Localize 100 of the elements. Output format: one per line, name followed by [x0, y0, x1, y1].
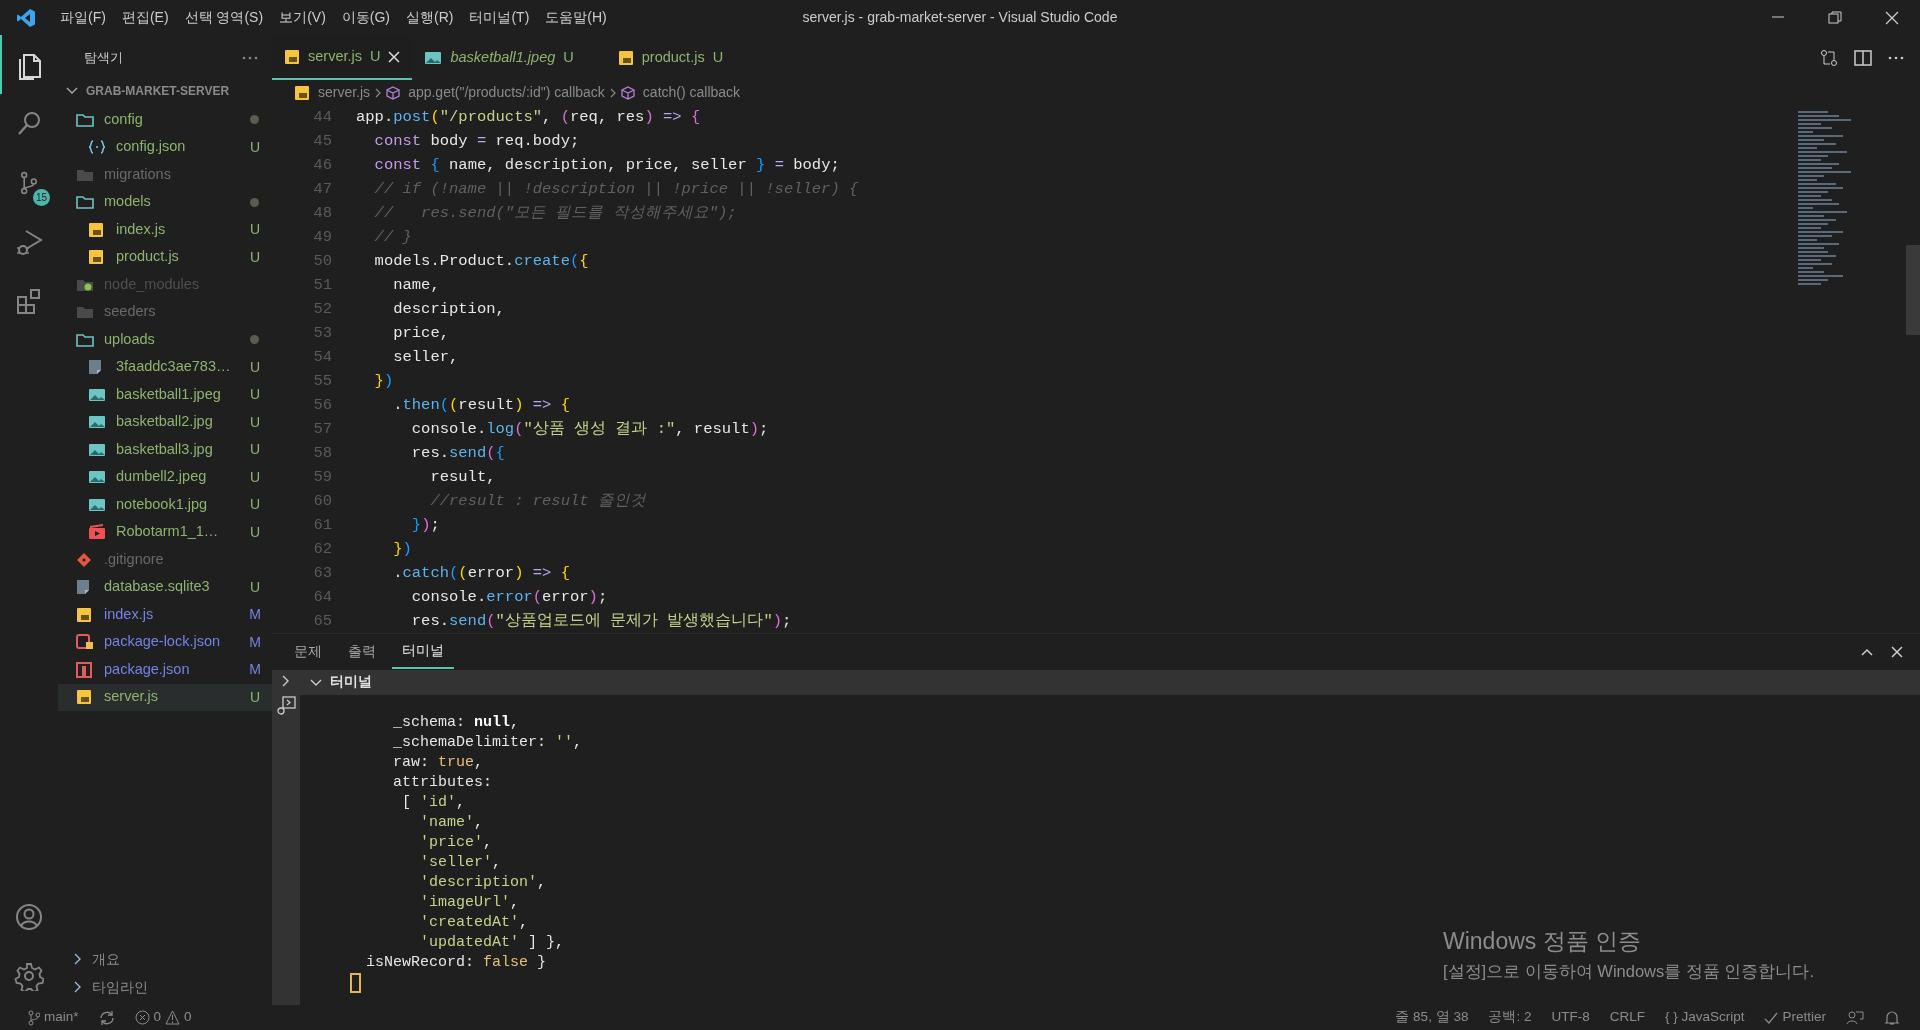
- js-file-icon: [76, 689, 92, 706]
- tree-item[interactable]: notebook1.jpg U: [58, 491, 272, 519]
- code-line: app.post("/products", (req, res) => {: [355, 107, 702, 128]
- tab-label: product.js: [641, 47, 705, 67]
- status-item[interactable]: CRLF: [1599, 1007, 1655, 1028]
- code-line: res.send({: [410, 443, 506, 464]
- terminal-line: _schema: null,: [392, 713, 520, 733]
- code-line: models.Product.create({: [373, 251, 590, 272]
- more-icon[interactable]: [242, 55, 258, 60]
- code-line: res.send("상품업로드에 문제가 발생했습니다");: [410, 611, 793, 632]
- debug-console-icon[interactable]: [276, 696, 296, 716]
- line-number: 56: [312, 395, 332, 416]
- more-icon[interactable]: [1888, 55, 1904, 60]
- code-line: // }: [373, 227, 413, 248]
- menu-item[interactable]: 도움말(H): [537, 7, 615, 28]
- image-icon: [88, 470, 106, 485]
- split-editor-icon[interactable]: [1854, 48, 1872, 67]
- breadcrumb-item[interactable]: catch() callback: [642, 82, 741, 103]
- git-status: U: [248, 495, 262, 515]
- tree-item[interactable]: basketball2.jpg U: [58, 408, 272, 436]
- tree-item[interactable]: Robotarm1_1… U: [58, 518, 272, 546]
- menu-item[interactable]: 이동(G): [333, 7, 398, 28]
- chevron-right-icon: [608, 86, 617, 99]
- branch-indicator[interactable]: main*: [18, 1007, 89, 1028]
- file-name: dumbell2.jpeg: [116, 467, 208, 487]
- terminal-line: 'createdAt',: [419, 913, 529, 933]
- menu-item[interactable]: 보기(V): [271, 7, 334, 28]
- diamond-icon: [76, 551, 92, 568]
- file-name: index.js: [104, 604, 155, 624]
- file-name: basketball1.jpeg: [116, 384, 222, 404]
- tree-item[interactable]: product.js U: [58, 243, 272, 271]
- tree-item[interactable]: uploads: [58, 326, 272, 354]
- status-item[interactable]: 줄 85, 열 38: [1385, 1007, 1479, 1028]
- tree-item[interactable]: models: [58, 188, 272, 216]
- tree-item[interactable]: basketball3.jpg U: [58, 436, 272, 464]
- section-header[interactable]: 타임라인: [58, 973, 272, 1001]
- scrollbar-thumb[interactable]: [1906, 245, 1920, 335]
- status-item[interactable]: UTF-8: [1541, 1007, 1600, 1028]
- image-icon: [88, 387, 106, 402]
- tree-item[interactable]: index.js U: [58, 216, 272, 244]
- menu-item[interactable]: 파일(F): [52, 7, 114, 28]
- git-status: U: [248, 577, 262, 597]
- bell-icon[interactable]: [1884, 1009, 1900, 1026]
- cube-icon: [386, 85, 401, 100]
- close-icon[interactable]: [1884, 10, 1899, 25]
- restore-icon[interactable]: [1827, 10, 1842, 25]
- file-name: .gitignore: [104, 549, 165, 569]
- chevron-right-icon[interactable]: [281, 674, 291, 688]
- tree-item[interactable]: dumbell2.jpeg U: [58, 463, 272, 491]
- tree-item[interactable]: index.js M: [58, 601, 272, 629]
- folder-root-row[interactable]: GRAB-MARKET-SERVER: [58, 80, 272, 102]
- section-header[interactable]: 터미널: [300, 670, 1920, 695]
- line-number: 49: [312, 227, 332, 248]
- menu-item[interactable]: 선택 영역(S): [176, 7, 272, 28]
- tree-item[interactable]: 3faaddc3ae783… U: [58, 353, 272, 381]
- line-number: 64: [312, 587, 332, 608]
- panel-tab[interactable]: 문제: [284, 635, 332, 669]
- git-status: M: [248, 632, 262, 652]
- editor-tab[interactable]: product.js U: [605, 35, 756, 80]
- close-icon[interactable]: [388, 50, 401, 63]
- js-file-icon: [88, 221, 104, 238]
- breadcrumb-item[interactable]: app.get("/products/:id") callback: [408, 82, 605, 103]
- error-icon: [134, 1010, 150, 1025]
- image-icon: [88, 442, 106, 457]
- section-header[interactable]: 개요: [58, 945, 272, 973]
- folder-icon: [76, 112, 94, 127]
- compare-icon[interactable]: [1820, 48, 1838, 67]
- tree-item[interactable]: package-lock.json M: [58, 628, 272, 656]
- section-title: 터미널: [330, 673, 372, 692]
- feedback-icon[interactable]: [1846, 1009, 1864, 1026]
- formatter-status[interactable]: Prettier: [1754, 1007, 1836, 1028]
- file-name: seeders: [104, 302, 157, 322]
- tree-item[interactable]: config: [58, 106, 272, 134]
- terminal-line: _schemaDelimiter: '',: [392, 733, 583, 753]
- menu-item[interactable]: 터미널(T): [461, 7, 538, 28]
- tree-item[interactable]: basketball1.jpeg U: [58, 381, 272, 409]
- breadcrumb-item[interactable]: server.js: [318, 82, 371, 103]
- terminal-cursor: [350, 973, 361, 993]
- tree-item[interactable]: config.json U: [58, 133, 272, 161]
- line-number: 47: [312, 179, 332, 200]
- account-icon[interactable]: [14, 901, 44, 932]
- problems-indicator[interactable]: 0 0: [124, 1007, 202, 1028]
- tree-item[interactable]: server.js U: [58, 683, 272, 711]
- close-icon[interactable]: [1890, 645, 1904, 659]
- section-title: 타임라인: [92, 977, 148, 997]
- panel-tab[interactable]: 출력: [338, 635, 386, 669]
- file-icon: [76, 579, 90, 596]
- code-line: result,: [429, 467, 497, 488]
- menu-item[interactable]: 편집(E): [113, 7, 177, 28]
- settings-icon[interactable]: [14, 960, 44, 991]
- status-item[interactable]: 공백: 2: [1478, 1007, 1542, 1028]
- tree-item[interactable]: package.json M: [58, 656, 272, 684]
- line-number: 63: [312, 563, 332, 584]
- file-name: uploads: [104, 329, 156, 349]
- menu-item[interactable]: 실행(R): [398, 7, 462, 28]
- tree-item[interactable]: database.sqlite3 U: [58, 573, 272, 601]
- js-file-icon: [617, 49, 634, 66]
- editor-tab[interactable]: basketball1.jpeg U: [412, 35, 606, 80]
- status-item[interactable]: { } JavaScript: [1654, 1007, 1755, 1028]
- sync-icon[interactable]: [98, 1009, 115, 1026]
